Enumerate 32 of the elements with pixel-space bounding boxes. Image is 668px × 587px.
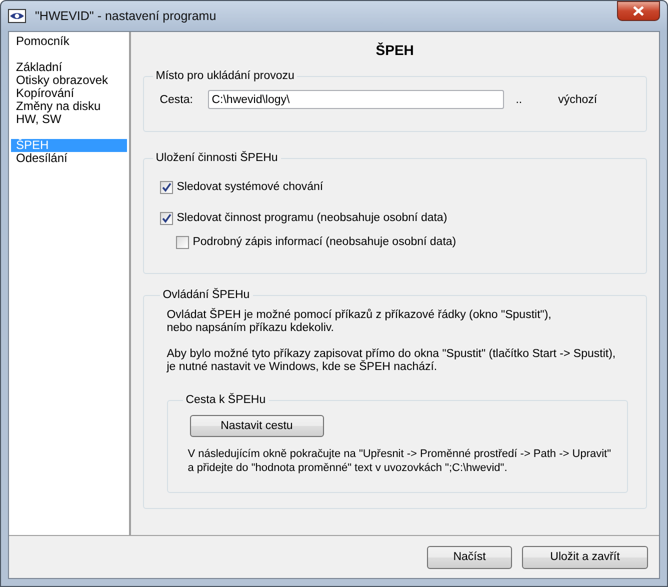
path-label: Cesta: (160, 94, 194, 106)
checkbox[interactable] (176, 236, 189, 248)
sidebar-item[interactable]: Otisky obrazovek (11, 74, 127, 87)
set-path-button[interactable]: Nastavit cestu (190, 415, 324, 437)
group-title: Cesta k ŠPEHu (184, 394, 267, 406)
sidebar-item[interactable]: HW, SW (11, 113, 127, 126)
dialog-button[interactable]: Načíst (427, 546, 512, 568)
eye-icon (8, 9, 26, 23)
page-title: ŠPEH (374, 42, 415, 58)
close-button[interactable] (617, 1, 660, 21)
dialog-button[interactable]: Uložit a zavřít (522, 546, 648, 568)
group-title: Uložení činnosti ŠPEHu (154, 152, 279, 164)
sidebar-item[interactable]: Pomocník (11, 35, 127, 48)
checkbox[interactable] (160, 212, 173, 224)
checkbox[interactable] (160, 180, 173, 194)
sidebar-item[interactable]: Změny na disku (11, 100, 127, 113)
instruction-text: V následujícím okně pokračujte na "Upřesnit -> Proměnné prostředí -> Path -> Upravit" a přidejte do "hodnota proměnné" text v uvozovkách ";C:\hwevid". (188, 447, 611, 475)
checkbox-label: Sledovat systémové chování (176, 181, 324, 193)
checkbox-label: Sledovat činnost programu (neobsahuje osobní data) (176, 212, 448, 224)
sidebar-item[interactable]: Kopírování (11, 87, 127, 100)
paragraph: Ovládat ŠPEH je možné pomocí příkazů z příkazové řádky (okno "Spustit"), nebo napsáním příkazu kdekoliv. (166, 309, 552, 335)
group-title: Ovládání ŠPEHu (162, 289, 251, 301)
group-title: Místo pro ukládání provozu (154, 70, 296, 82)
default-link[interactable]: výchozí (558, 94, 598, 106)
path-field[interactable]: C:\hwevid\logy\ (208, 90, 504, 109)
window-title: "HWEVID" - nastavení programu (35, 9, 216, 23)
sidebar-item[interactable]: Základní (11, 61, 127, 74)
sidebar-item[interactable]: Odesílání (11, 152, 127, 165)
browse-link[interactable]: .. (516, 94, 522, 106)
close-icon (633, 6, 644, 16)
checkbox-label: Podrobný zápis informací (neobsahuje osobní data) (192, 236, 456, 248)
paragraph: Aby bylo možné tyto příkazy zapisovat přímo do okna "Spustit" (tlačítko Start -> Spustit), je nutné nastavit ve Windows, kde se ŠPEH nachází. (166, 348, 617, 374)
